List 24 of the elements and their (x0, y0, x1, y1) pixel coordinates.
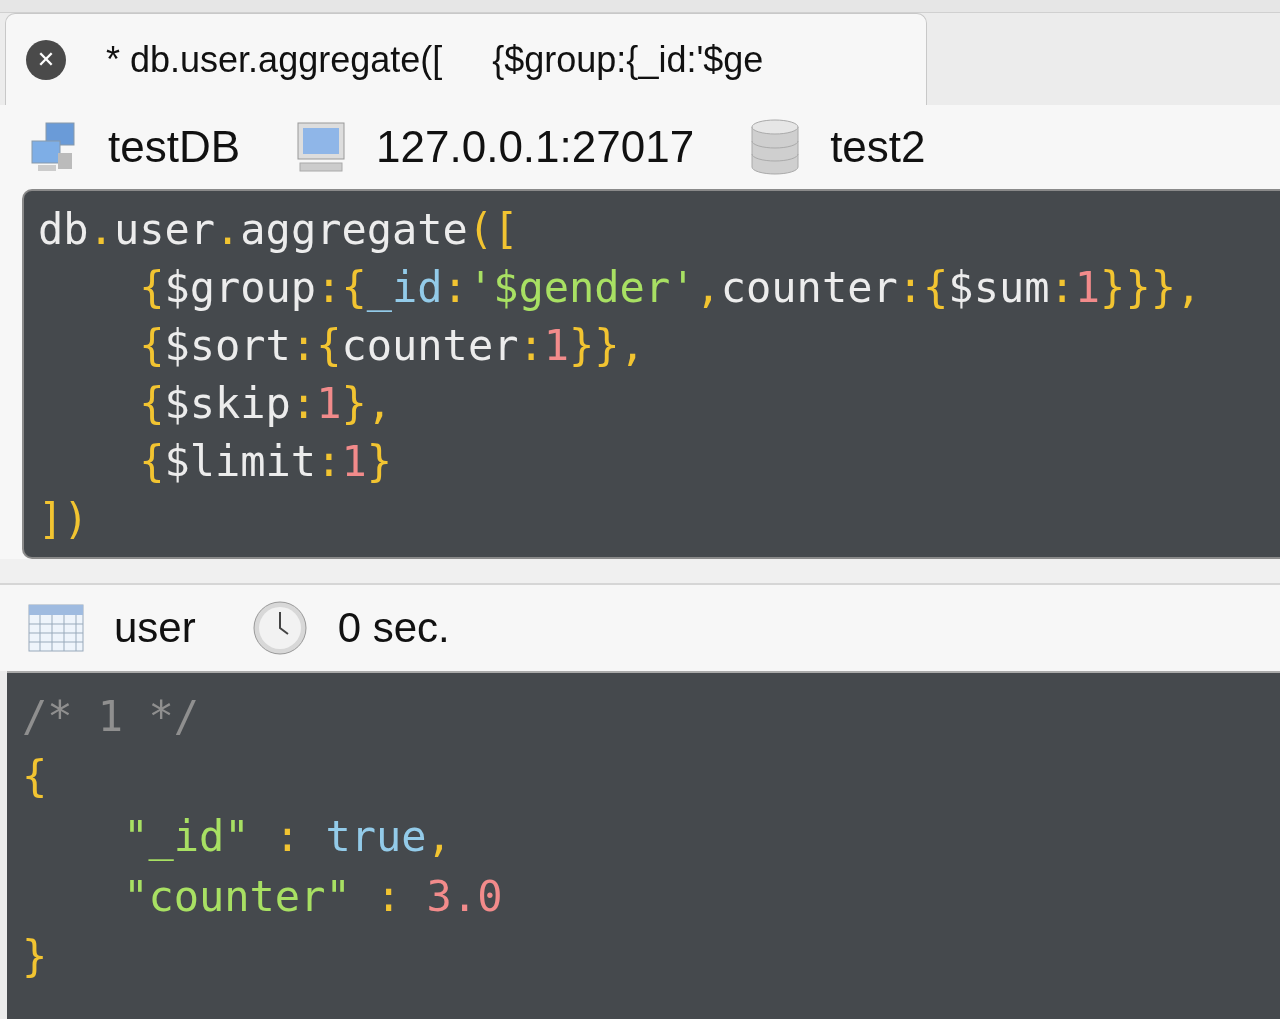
connection-label: testDB (108, 122, 241, 172)
code-line: {$skip:1}, (138, 378, 394, 430)
result-info-label: 0 sec. (337, 604, 450, 652)
connection-label: 127.0.0.1:27017 (376, 122, 695, 172)
code-line: db.user.aggregate([ (38, 204, 520, 256)
query-editor[interactable]: db.user.aggregate([ {$group:{_id:'$gender',counter:{$sum:1}}}, {$sort:{counter:1}}, {$skip:1}, {$limit:1} ]) (22, 189, 1280, 559)
code-line: {$limit:1} (138, 436, 394, 488)
code-line: "counter" : 3.0 (122, 871, 504, 923)
tab-title: * db.user.aggregate([ {$group:{_id:'$ge (106, 38, 764, 81)
code-line: { (22, 751, 49, 803)
close-button[interactable]: ✕ (26, 39, 66, 80)
clock-icon (251, 600, 308, 656)
query-tab[interactable]: ✕ * db.user.aggregate([ {$group:{_id:'$ge (5, 13, 927, 105)
result-info-label: user (114, 604, 196, 652)
computer-icon (296, 121, 347, 173)
database-icon (750, 119, 801, 175)
code-line: ]) (38, 494, 90, 546)
code-line: } (22, 931, 49, 983)
table-icon (28, 604, 84, 652)
code-line: {$sort:{counter:1}}, (138, 320, 646, 372)
code-line: /* 1 */ (22, 691, 200, 743)
connection-label: test2 (830, 122, 926, 172)
code-line: {$group:{_id:'$gender',counter:{$sum:1}}}, (138, 262, 1203, 314)
code-line: "_id" : true, (122, 811, 453, 863)
